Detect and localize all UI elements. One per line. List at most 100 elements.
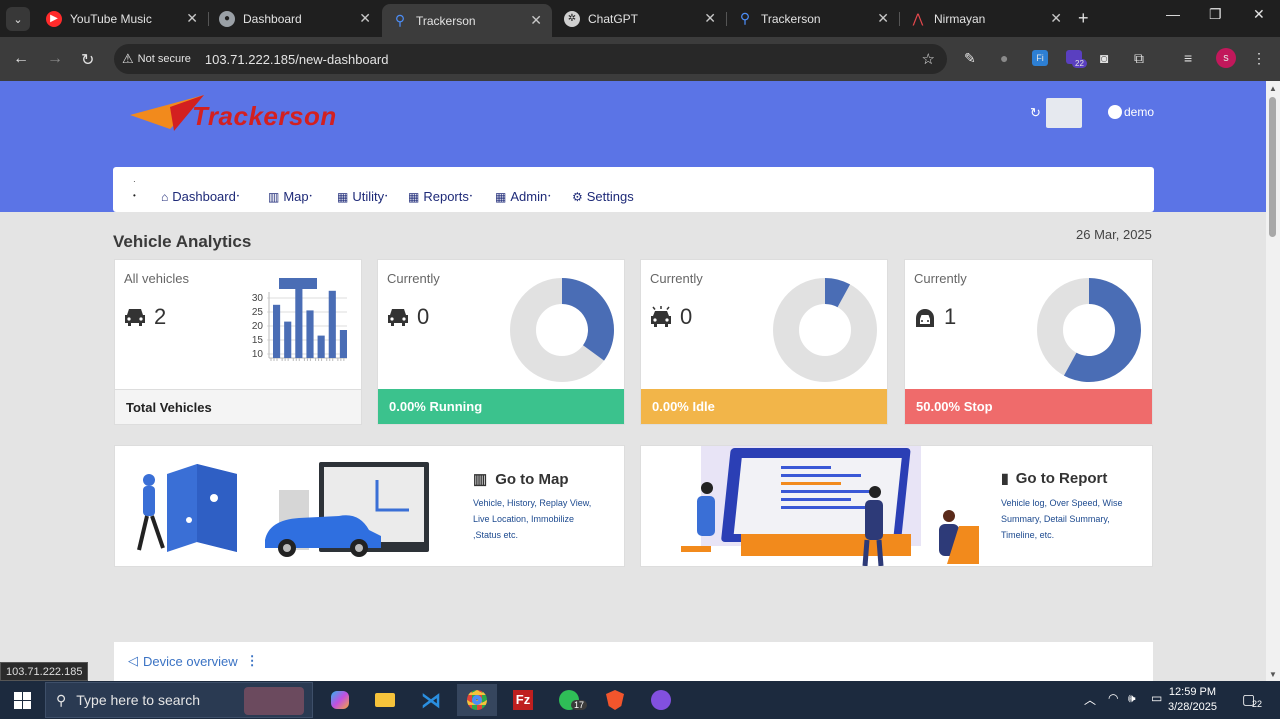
extension-badge-icon[interactable]: 22 (1066, 50, 1087, 68)
nav-admin[interactable]: ▦ Admin • (495, 189, 550, 204)
home-icon: ⌂ (161, 189, 169, 204)
windows-start-icon[interactable] (14, 692, 31, 709)
taskbar-search-box[interactable]: ⚲ Type here to search (45, 682, 313, 718)
tab-search-button[interactable]: ⌄ (6, 7, 30, 31)
user-menu[interactable]: demo (1108, 105, 1154, 119)
go-to-map-title[interactable]: ▥ Go to Map (473, 470, 569, 489)
whatsapp-icon[interactable]: 17 (549, 684, 589, 716)
scroll-thumb[interactable] (1269, 97, 1276, 237)
close-icon[interactable]: ✕ (359, 10, 371, 27)
close-icon[interactable]: ✕ (704, 10, 716, 27)
brave-icon[interactable] (595, 684, 635, 716)
scroll-down-icon[interactable]: ▼ (1269, 670, 1277, 679)
globe-icon: ● (219, 10, 235, 27)
y-tick-label: 10 (252, 349, 264, 360)
scroll-up-icon[interactable]: ▲ (1269, 84, 1277, 93)
github-desktop-icon[interactable] (641, 684, 681, 716)
battery-icon[interactable]: ▭ (1151, 691, 1162, 705)
extensions-puzzle-icon[interactable]: ⧉ (1134, 50, 1144, 67)
donut-slice (562, 278, 614, 361)
tab-youtube-music[interactable]: ▶ YouTube Music ✕ (36, 4, 208, 33)
tab-trackerson-active[interactable]: ⚲ Trackerson ✕ (382, 4, 552, 37)
chrome-icon[interactable] (457, 684, 497, 716)
chart-bar (295, 288, 303, 358)
back-button[interactable]: ← (13, 50, 29, 68)
file-explorer-icon[interactable] (365, 684, 405, 716)
search-icon: ⚲ (56, 691, 67, 708)
close-icon[interactable]: ✕ (530, 12, 542, 29)
url-text[interactable]: 103.71.222.185/new-dashboard (205, 52, 389, 67)
go-to-report-card[interactable]: ▮ Go to Report Vehicle log, Over Speed, … (640, 445, 1153, 567)
wifi-icon[interactable]: ◠ (1108, 691, 1118, 705)
refresh-icon[interactable]: ↻ (1030, 105, 1041, 121)
send-icon: ◁ (128, 653, 138, 668)
page-scrollbar[interactable]: ▲ ▼ (1266, 81, 1280, 681)
reload-button[interactable]: ↻ (81, 50, 94, 70)
idle-car-icon (651, 306, 671, 327)
nav-dashboard[interactable]: ⌂ Dashboard • (161, 189, 239, 204)
more-options-icon[interactable]: ⋮ (246, 653, 259, 669)
bookmark-star-icon[interactable]: ☆ (922, 50, 935, 68)
device-overview-header[interactable]: ◁ Device overview ⋮ (128, 653, 259, 669)
window-close-button[interactable]: ✕ (1253, 6, 1265, 23)
user-circle-icon (1108, 105, 1122, 119)
minimize-button[interactable]: — (1166, 6, 1180, 22)
close-icon[interactable]: ✕ (1050, 10, 1062, 27)
warning-icon: ⚠ (122, 51, 134, 66)
windows-taskbar: ⚲ Type here to search ⋊ Fz 17 ︿ ◠ 🕪 ▭ 12… (0, 681, 1280, 719)
go-to-map-card[interactable]: ▥ Go to Map Vehicle, History, Replay Vie… (114, 445, 625, 567)
y-tick-label: 30 (252, 293, 264, 304)
filezilla-icon[interactable]: Fz (503, 684, 543, 716)
nav-utility[interactable]: ▦ Utility • (337, 189, 387, 204)
new-tab-button[interactable]: + (1078, 8, 1089, 29)
map-icon: ▥ (268, 189, 280, 204)
stopped-car-icon (916, 309, 934, 327)
go-to-report-title[interactable]: ▮ Go to Report (1001, 470, 1107, 487)
volume-icon[interactable]: 🕪 (1128, 691, 1136, 706)
search-highlight-image (244, 687, 304, 715)
vscode-icon[interactable]: ⋊ (411, 684, 451, 716)
tab-nirmayan[interactable]: ⋀ Nirmayan ✕ (900, 4, 1072, 33)
idle-donut-chart (773, 278, 877, 382)
vehicle-count: 2 (124, 304, 166, 330)
tab-trackerson[interactable]: ⚲ Trackerson ✕ (727, 4, 899, 33)
eyedropper-icon[interactable]: ✎ (964, 50, 976, 67)
y-tick-label: 25 (252, 307, 264, 318)
camera-icon[interactable]: ◙ (1100, 50, 1108, 66)
card-footer: 50.00% Stop (905, 389, 1152, 424)
close-icon[interactable]: ✕ (877, 10, 889, 27)
section-title: Vehicle Analytics (113, 232, 252, 251)
card-idle[interactable]: Currently 0 0.00% Idle (640, 259, 888, 425)
mini-bar-chart: 30 25 20 15 10 (252, 278, 347, 361)
report-illustration (681, 446, 979, 566)
page-viewport: Trackerson ↻ demo · • ⌂ Dashboard • ▥ Map •… (0, 81, 1266, 681)
forward-button[interactable]: → (47, 50, 63, 68)
tab-chatgpt[interactable]: ✲ ChatGPT ✕ (554, 4, 726, 33)
address-bar[interactable]: ⚠ Not secure 103.71.222.185/new-dashboar… (114, 44, 947, 74)
profile-avatar[interactable]: s (1216, 48, 1236, 68)
tab-dashboard[interactable]: ● Dashboard ✕ (209, 4, 381, 33)
nav-map[interactable]: ▥ Map • (268, 189, 312, 204)
nirmayan-icon: ⋀ (912, 10, 924, 26)
tray-overflow-icon[interactable]: ︿ (1084, 691, 1096, 708)
nav-reports[interactable]: ▦ Reports • (408, 189, 472, 204)
restore-button[interactable]: ❐ (1209, 6, 1222, 23)
nav-settings[interactable]: ⚙ Settings (572, 189, 634, 204)
trackerson-logo[interactable]: Trackerson (130, 93, 350, 135)
security-indicator[interactable]: ⚠ Not secure (122, 51, 191, 67)
card-running[interactable]: Currently 0 0.00% Running (377, 259, 625, 425)
reading-list-icon[interactable]: ≡ (1184, 50, 1192, 66)
car-icon (388, 309, 408, 326)
extension-fi-icon[interactable]: Fi (1032, 50, 1048, 66)
fullscreen-button[interactable] (1046, 98, 1082, 128)
card-footer: Total Vehicles (115, 389, 361, 424)
grid-icon: ▦ (495, 189, 507, 204)
copilot-icon[interactable] (320, 684, 360, 716)
browser-menu-icon[interactable]: ⋮ (1252, 50, 1266, 67)
card-stop[interactable]: Currently 1 50.00% Stop (904, 259, 1153, 425)
card-total-vehicles[interactable]: All vehicles 2 30 25 20 15 10 Total Vehicles (114, 259, 362, 425)
extension-icon[interactable]: ● (1000, 50, 1008, 66)
close-icon[interactable]: ✕ (186, 10, 198, 27)
chart-bar (273, 304, 281, 358)
system-clock[interactable]: 12:59 PM 3/28/2025 (1168, 685, 1217, 715)
